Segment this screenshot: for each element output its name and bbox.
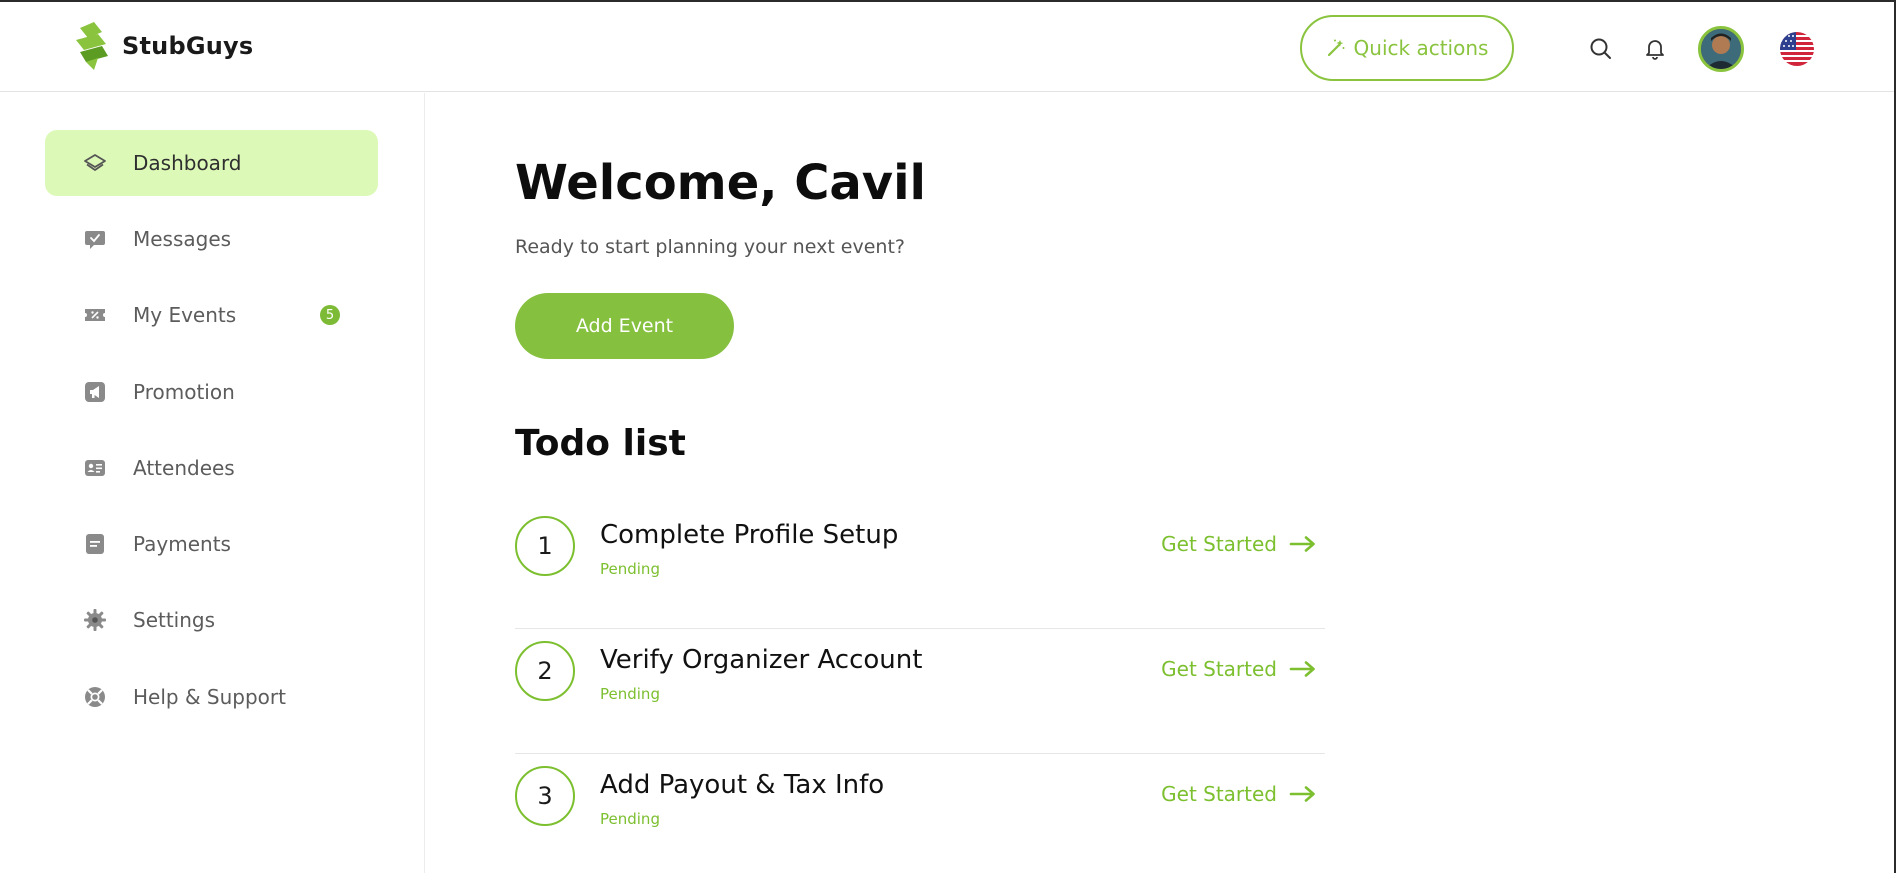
events-count-badge: 5: [320, 305, 340, 325]
app-window: StubGuys Quick actions Dashboard Message…: [0, 0, 1896, 873]
megaphone-icon: [83, 380, 107, 404]
quick-actions-button[interactable]: Quick actions: [1300, 15, 1514, 81]
main-content: Welcome, Cavil Ready to start planning y…: [515, 93, 1815, 873]
sidebar-item-my-events[interactable]: My Events 5: [45, 282, 378, 348]
todo-status: Pending: [600, 560, 660, 578]
id-card-icon: [83, 456, 107, 480]
todo-step-number: 3: [515, 766, 575, 826]
sidebar-item-label: Settings: [133, 608, 216, 632]
search-icon[interactable]: [1588, 36, 1614, 62]
arrow-right-icon: [1289, 536, 1315, 552]
layers-icon: [83, 151, 107, 175]
todo-step-number: 2: [515, 641, 575, 701]
brand-logo[interactable]: StubGuys: [72, 22, 253, 70]
todo-status: Pending: [600, 685, 660, 703]
sidebar-item-dashboard[interactable]: Dashboard: [45, 130, 378, 196]
arrow-right-icon: [1289, 786, 1315, 802]
user-avatar[interactable]: [1698, 26, 1744, 72]
message-check-icon: [83, 227, 107, 251]
sidebar-item-label: Attendees: [133, 456, 235, 480]
document-icon: [83, 532, 107, 556]
sidebar-item-help-support[interactable]: Help & Support: [45, 664, 378, 730]
lifebuoy-icon: [83, 685, 107, 709]
todo-step-number: 1: [515, 516, 575, 576]
get-started-link[interactable]: Get Started: [1161, 782, 1317, 806]
sidebar-item-label: Help & Support: [133, 685, 286, 709]
arrow-right-icon: [1289, 661, 1315, 677]
todo-item: 1 Complete Profile Setup Pending Get Sta…: [515, 504, 1325, 629]
todo-title: Add Payout & Tax Info: [600, 770, 885, 800]
todo-title: Verify Organizer Account: [600, 645, 923, 675]
bell-icon[interactable]: [1642, 36, 1668, 62]
quick-actions-label: Quick actions: [1353, 36, 1489, 60]
stubguys-logo-icon: [76, 22, 108, 70]
sidebar-item-label: Payments: [133, 532, 231, 556]
todo-list-heading: Todo list: [515, 423, 686, 464]
ticket-icon: [83, 303, 107, 327]
welcome-heading: Welcome, Cavil: [515, 155, 926, 211]
us-flag-icon[interactable]: [1780, 32, 1814, 66]
welcome-subtitle: Ready to start planning your next event?: [515, 236, 906, 258]
sidebar: Dashboard Messages My Events 5 Promotion…: [0, 93, 425, 873]
sidebar-item-label: Promotion: [133, 380, 235, 404]
sidebar-item-messages[interactable]: Messages: [45, 206, 378, 272]
add-event-button[interactable]: Add Event: [515, 293, 734, 359]
sidebar-item-settings[interactable]: Settings: [45, 587, 378, 653]
sidebar-item-label: My Events: [133, 303, 237, 327]
get-started-label: Get Started: [1161, 532, 1277, 556]
sidebar-item-payments[interactable]: Payments: [45, 511, 378, 577]
get-started-label: Get Started: [1161, 782, 1277, 806]
brand-name: StubGuys: [122, 32, 254, 60]
todo-item: 3 Add Payout & Tax Info Pending Get Star…: [515, 754, 1325, 873]
sidebar-item-attendees[interactable]: Attendees: [45, 435, 378, 501]
sidebar-item-promotion[interactable]: Promotion: [45, 359, 378, 425]
top-header: StubGuys Quick actions: [0, 2, 1894, 92]
magic-wand-icon: [1327, 39, 1345, 57]
us-flag-graphic: [1780, 32, 1814, 66]
todo-title: Complete Profile Setup: [600, 520, 899, 550]
get-started-link[interactable]: Get Started: [1161, 532, 1317, 556]
todo-item: 2 Verify Organizer Account Pending Get S…: [515, 629, 1325, 754]
sidebar-item-label: Messages: [133, 227, 232, 251]
get-started-label: Get Started: [1161, 657, 1277, 681]
get-started-link[interactable]: Get Started: [1161, 657, 1317, 681]
sidebar-item-label: Dashboard: [133, 151, 242, 175]
gear-icon: [83, 608, 107, 632]
todo-status: Pending: [600, 810, 660, 828]
avatar-photo: [1701, 29, 1741, 69]
